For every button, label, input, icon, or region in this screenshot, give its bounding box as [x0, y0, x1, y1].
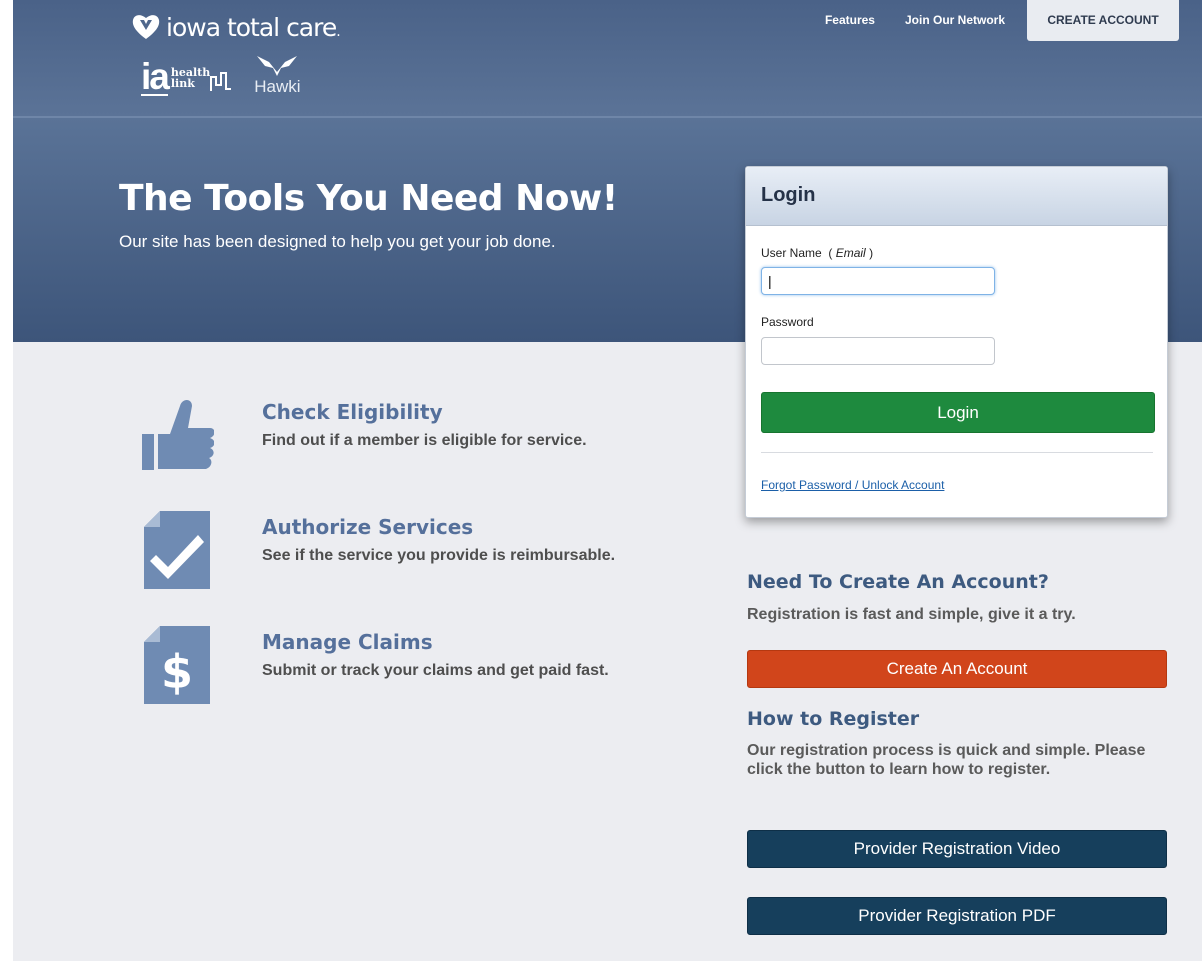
nav-features[interactable]: Features: [825, 13, 875, 27]
partner-logos: ia health link Hawki: [141, 54, 301, 96]
svg-text:$: $: [161, 645, 193, 699]
feature-description: Submit or track your claims and get paid…: [262, 662, 609, 679]
need-account-text: Registration is fast and simple, give it…: [747, 606, 1076, 623]
hawki-text: Hawki: [254, 77, 301, 96]
how-to-register-text: Our registration process is quick and si…: [747, 742, 1146, 778]
password-label: Password: [761, 315, 814, 329]
login-card: Login User Name ( Email ) Password Login…: [745, 166, 1168, 518]
need-account-heading: Need To Create An Account?: [747, 571, 1049, 593]
feature-description: Find out if a member is eligible for ser…: [262, 432, 587, 449]
page: iowa total care. ia health link Hawki Fea…: [13, 0, 1202, 961]
top-header: iowa total care. ia health link Hawki Fea…: [13, 0, 1202, 118]
hawk-bird-icon: [257, 56, 298, 76]
document-dollar-icon: $: [144, 626, 210, 704]
registration-pdf-button[interactable]: Provider Registration PDF: [747, 897, 1167, 935]
registration-video-button[interactable]: Provider Registration Video: [747, 830, 1167, 868]
feature-title: Check Eligibility: [262, 400, 443, 424]
ia-wave-icon: [210, 72, 232, 91]
password-input[interactable]: [761, 337, 995, 365]
feature-title: Authorize Services: [262, 515, 474, 539]
forgot-password-link[interactable]: Forgot Password / Unlock Account: [761, 478, 944, 492]
heart-logo-icon: [132, 15, 160, 39]
how-to-register-heading: How to Register: [747, 708, 920, 730]
hawki-logo: Hawki: [254, 54, 301, 96]
username-label: User Name ( Email ): [761, 246, 874, 260]
brand-name: iowa total care.: [166, 12, 341, 42]
hero-subtitle: Our site has been designed to help you g…: [119, 232, 556, 251]
document-check-icon: [144, 511, 210, 589]
login-title: Login: [761, 184, 816, 206]
create-account-button[interactable]: Create An Account: [747, 650, 1167, 688]
ia-health-link-logo: ia health link: [141, 56, 232, 97]
top-nav: Features Join Our Network CREATE ACCOUNT: [825, 0, 1202, 41]
iowa-total-care-logo[interactable]: iowa total care.: [131, 12, 341, 42]
login-divider: [761, 452, 1153, 453]
feature-authorize-services: Authorize Services See if the service yo…: [140, 509, 700, 599]
feature-title: Manage Claims: [262, 630, 433, 654]
thumbs-up-icon: [142, 400, 214, 470]
ia-letters: ia: [141, 56, 170, 97]
feature-manage-claims: $ Manage Claims Submit or track your cla…: [140, 624, 700, 714]
feature-check-eligibility: Check Eligibility Find out if a member i…: [140, 394, 700, 484]
nav-create-account[interactable]: CREATE ACCOUNT: [1027, 0, 1179, 41]
feature-description: See if the service you provide is reimbu…: [262, 547, 616, 564]
username-input[interactable]: [761, 267, 995, 295]
login-button[interactable]: Login: [761, 392, 1155, 433]
nav-join-network[interactable]: Join Our Network: [905, 13, 1005, 27]
hero-title: The Tools You Need Now!: [119, 178, 618, 219]
ia-words: health link: [170, 66, 211, 90]
